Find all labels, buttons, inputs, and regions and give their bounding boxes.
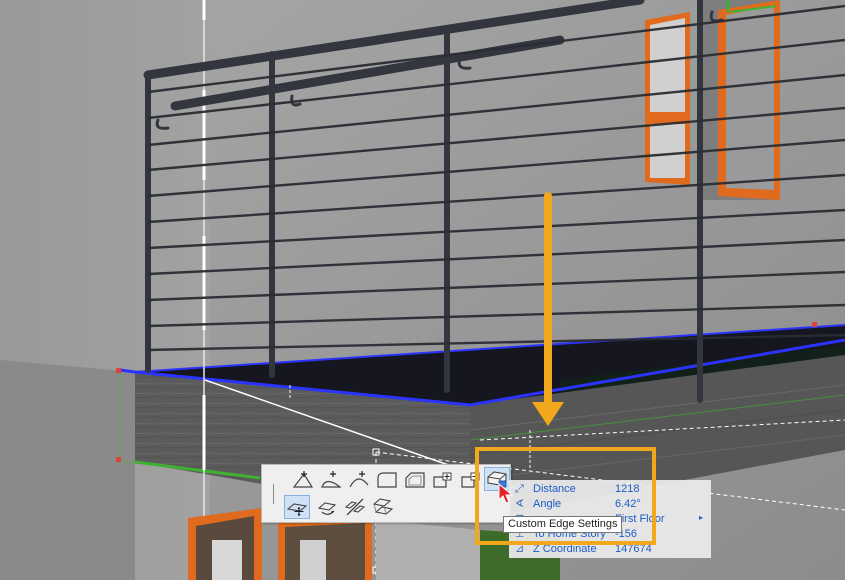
chamfer-icon (405, 472, 425, 488)
tangent-curve-button[interactable] (346, 468, 372, 492)
mirror-icon (344, 498, 366, 516)
mirror-button[interactable] (342, 495, 368, 519)
chamfer-button[interactable] (402, 468, 428, 492)
curved-edge-icon (321, 471, 342, 488)
cursor-icon (498, 483, 514, 504)
polygon-add-icon (433, 472, 452, 488)
fillet-button[interactable] (374, 468, 400, 492)
move-node-button[interactable] (284, 495, 310, 519)
move-node-icon (286, 503, 308, 516)
elevate-button[interactable] (370, 495, 396, 519)
rotate-icon (317, 502, 337, 515)
palette-separator (273, 484, 274, 504)
add-vertex-button[interactable] (290, 468, 316, 492)
pet-palette (261, 464, 511, 523)
elevate-icon (372, 498, 394, 515)
rotate-button[interactable] (314, 495, 340, 519)
polygon-add-button[interactable] (430, 468, 456, 492)
tangent-curve-icon (349, 471, 369, 488)
add-vertex-icon (292, 471, 314, 488)
fillet-icon (377, 472, 397, 488)
curved-edge-button[interactable] (318, 468, 344, 492)
window-upper (645, 0, 780, 200)
chevron-right-icon[interactable]: ▸ (699, 513, 703, 522)
